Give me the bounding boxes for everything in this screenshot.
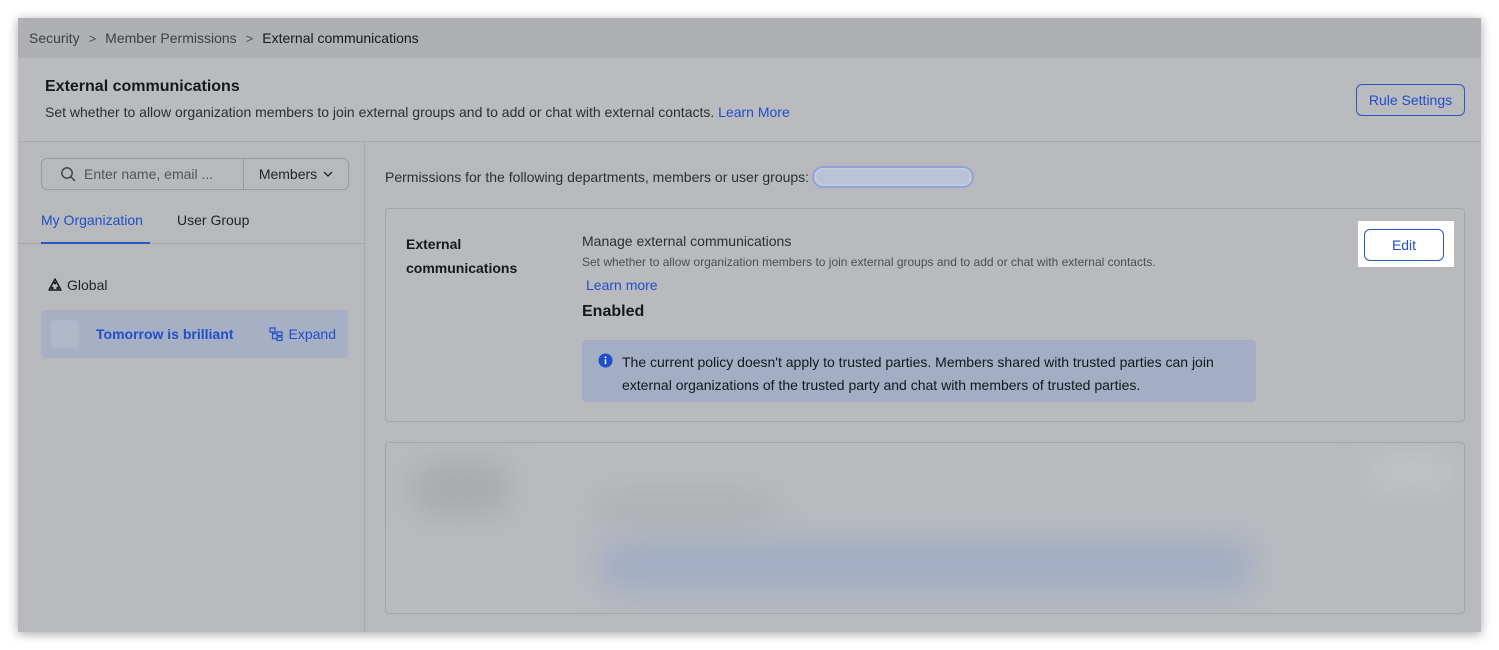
global-item[interactable]: Global <box>48 277 107 293</box>
info-text: The current policy doesn't apply to trus… <box>622 354 1214 393</box>
global-org-icon <box>48 278 62 291</box>
org-tabs: My Organization User Group <box>18 202 364 244</box>
blurred-shape <box>596 493 776 523</box>
page-title: External communications <box>45 78 240 95</box>
selected-target-pill[interactable] <box>812 166 975 188</box>
active-tab-indicator <box>41 242 150 244</box>
info-icon <box>598 353 613 368</box>
permissions-target: Permissions for the following department… <box>385 166 975 188</box>
expand-label: Expand <box>288 326 336 342</box>
page-description: Set whether to allow organization member… <box>45 104 790 120</box>
card-subtitle: Set whether to allow organization member… <box>582 255 1156 269</box>
chevron-down-icon <box>323 171 333 177</box>
permissions-label: Permissions for the following department… <box>385 169 810 185</box>
org-list-item[interactable]: Tomorrow is brilliant Expand <box>41 310 348 358</box>
avatar <box>51 320 79 348</box>
page-description-text: Set whether to allow organization member… <box>45 104 715 120</box>
blurred-shape <box>596 538 1256 593</box>
external-comm-card: External communications Manage external … <box>385 208 1465 422</box>
org-name: Tomorrow is brilliant <box>96 326 234 342</box>
rule-settings-button[interactable]: Rule Settings <box>1356 84 1465 116</box>
tab-my-organization[interactable]: My Organization <box>41 212 143 228</box>
search-input[interactable]: Enter name, email ... <box>42 159 244 189</box>
search-icon <box>61 167 76 182</box>
breadcrumb-security[interactable]: Security <box>29 30 80 46</box>
blurred-shape <box>411 461 511 516</box>
info-notice: The current policy doesn't apply to trus… <box>582 340 1256 402</box>
blurred-shape <box>1366 453 1456 493</box>
search-placeholder: Enter name, email ... <box>84 166 214 182</box>
breadcrumb-separator-icon: > <box>88 30 97 46</box>
app-window: Security > Member Permissions > External… <box>18 18 1481 632</box>
breadcrumb: Security > Member Permissions > External… <box>18 18 1481 58</box>
expand-button[interactable]: Expand <box>268 326 336 342</box>
edit-button-highlight: Edit <box>1358 221 1454 267</box>
card-title: Manage external communications <box>582 233 792 249</box>
members-filter-value: Members <box>258 166 318 182</box>
card-label: External communications <box>406 236 518 276</box>
blurred-content-card <box>385 442 1465 614</box>
breadcrumb-current: External communications <box>262 30 419 46</box>
org-tree-icon <box>268 327 283 341</box>
breadcrumb-separator-icon: > <box>245 30 254 46</box>
search-bar: Enter name, email ... Members <box>41 158 349 190</box>
global-label: Global <box>67 277 108 293</box>
breadcrumb-member-permissions[interactable]: Member Permissions <box>105 30 236 46</box>
tab-user-group[interactable]: User Group <box>177 212 249 228</box>
card-learn-more-link[interactable]: Learn more <box>586 277 658 293</box>
status-value: Enabled <box>582 303 645 320</box>
page-header: External communications Set whether to a… <box>18 58 1481 142</box>
member-sidebar: Enter name, email ... Members My Organiz… <box>18 142 365 632</box>
members-filter-select[interactable]: Members <box>244 159 348 189</box>
edit-button[interactable]: Edit <box>1364 229 1444 261</box>
permission-panel: Permissions for the following department… <box>366 142 1481 632</box>
learn-more-link[interactable]: Learn More <box>718 104 790 120</box>
